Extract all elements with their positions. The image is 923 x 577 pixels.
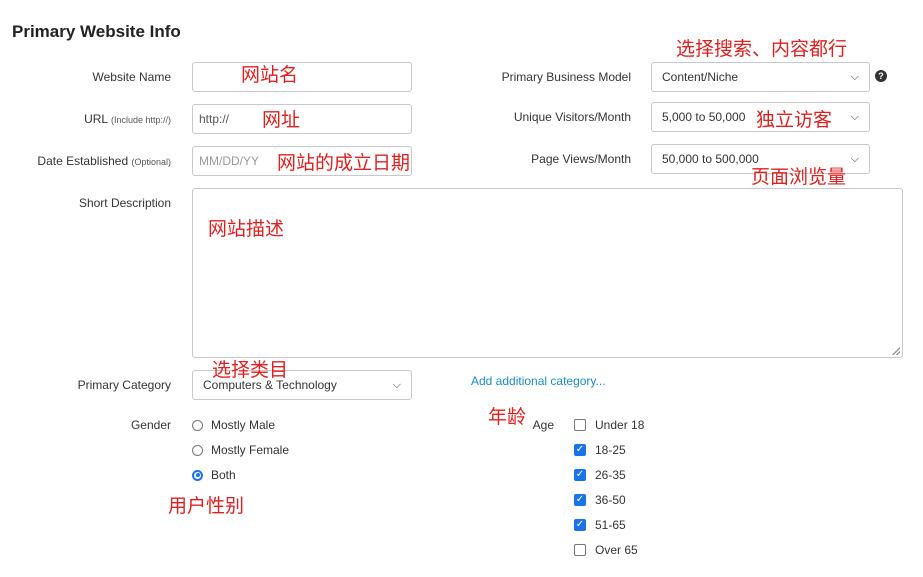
age-option-18-25[interactable]: ✓ 18-25 — [574, 443, 626, 457]
annotation-business-model: 选择搜索、内容都行 — [676, 38, 848, 60]
age-option-label: 36-50 — [595, 493, 626, 507]
checkbox-36-50[interactable]: ✓ — [574, 494, 586, 506]
annotation-url: 网址 — [262, 109, 301, 131]
gender-option-mostly-male[interactable]: Mostly Male — [192, 418, 275, 432]
add-category-link[interactable]: Add additional category... — [471, 374, 606, 388]
gender-option-label: Both — [211, 468, 236, 482]
checkbox-under-18[interactable] — [574, 419, 586, 431]
gender-label: Gender — [130, 418, 171, 432]
chevron-down-icon: ⌵ — [850, 70, 859, 83]
radio-mostly-male[interactable] — [192, 419, 203, 431]
primary-category-label: Primary Category — [77, 378, 171, 392]
age-option-label: Under 18 — [595, 418, 645, 432]
unique-visitors-label: Unique Visitors/Month — [513, 110, 631, 124]
age-option-over-65[interactable]: Over 65 — [574, 543, 638, 557]
short-description-textarea[interactable] — [192, 188, 903, 358]
age-option-under-18[interactable]: Under 18 — [574, 418, 644, 432]
age-option-26-35[interactable]: ✓ 26-35 — [574, 468, 626, 482]
short-description-label: Short Description — [78, 196, 171, 210]
chevron-down-icon: ⌵ — [850, 110, 859, 123]
gender-option-mostly-female[interactable]: Mostly Female — [192, 443, 289, 457]
chevron-down-icon: ⌵ — [850, 152, 859, 165]
resize-grip-icon[interactable] — [892, 347, 900, 355]
website-name-input[interactable] — [192, 62, 412, 92]
url-input[interactable]: http:// — [192, 104, 412, 134]
unique-visitors-value: 5,000 to 50,000 — [662, 110, 746, 124]
radio-mostly-female[interactable] — [192, 444, 203, 456]
business-model-select[interactable]: Content/Niche ⌵ — [651, 62, 870, 92]
annotation-date: 网站的成立日期 — [277, 152, 411, 174]
annotation-visitors: 独立访客 — [756, 109, 833, 131]
annotation-gender: 用户性别 — [168, 495, 245, 517]
checkbox-18-25[interactable]: ✓ — [574, 444, 586, 456]
annotation-description: 网站描述 — [208, 218, 285, 240]
checkbox-26-35[interactable]: ✓ — [574, 469, 586, 481]
url-label: URL (Include http://) — [84, 112, 171, 126]
date-label-text: Date Established — [37, 154, 129, 168]
age-label: Age — [532, 418, 554, 432]
gender-option-both[interactable]: Both — [192, 468, 236, 482]
website-name-label: Website Name — [92, 70, 171, 84]
page-views-label: Page Views/Month — [531, 152, 631, 166]
annotation-page-views: 页面浏览量 — [751, 166, 847, 188]
business-model-label: Primary Business Model — [501, 70, 631, 84]
checkbox-51-65[interactable]: ✓ — [574, 519, 586, 531]
page-views-value: 50,000 to 500,000 — [662, 152, 759, 166]
radio-both[interactable] — [192, 469, 203, 481]
age-option-label: Over 65 — [595, 543, 638, 557]
date-hint: (Optional) — [131, 157, 171, 167]
chevron-down-icon: ⌵ — [392, 378, 401, 391]
date-placeholder: MM/DD/YY — [199, 154, 259, 168]
checkbox-over-65[interactable] — [574, 544, 586, 556]
age-option-label: 26-35 — [595, 468, 626, 482]
business-model-value: Content/Niche — [662, 70, 739, 84]
url-label-text: URL — [84, 112, 108, 126]
annotation-age: 年龄 — [488, 406, 527, 428]
help-icon[interactable]: ? — [875, 70, 887, 82]
url-hint: (Include http://) — [110, 115, 171, 125]
age-option-36-50[interactable]: ✓ 36-50 — [574, 493, 626, 507]
section-title: Primary Website Info — [12, 22, 181, 41]
date-established-label: Date Established (Optional) — [37, 154, 171, 168]
age-option-label: 51-65 — [595, 518, 626, 532]
gender-option-label: Mostly Male — [211, 418, 276, 432]
gender-option-label: Mostly Female — [211, 443, 290, 457]
age-option-label: 18-25 — [595, 443, 626, 457]
annotation-category: 选择类目 — [212, 359, 289, 381]
annotation-website-name: 网站名 — [241, 64, 299, 86]
age-option-51-65[interactable]: ✓ 51-65 — [574, 518, 626, 532]
